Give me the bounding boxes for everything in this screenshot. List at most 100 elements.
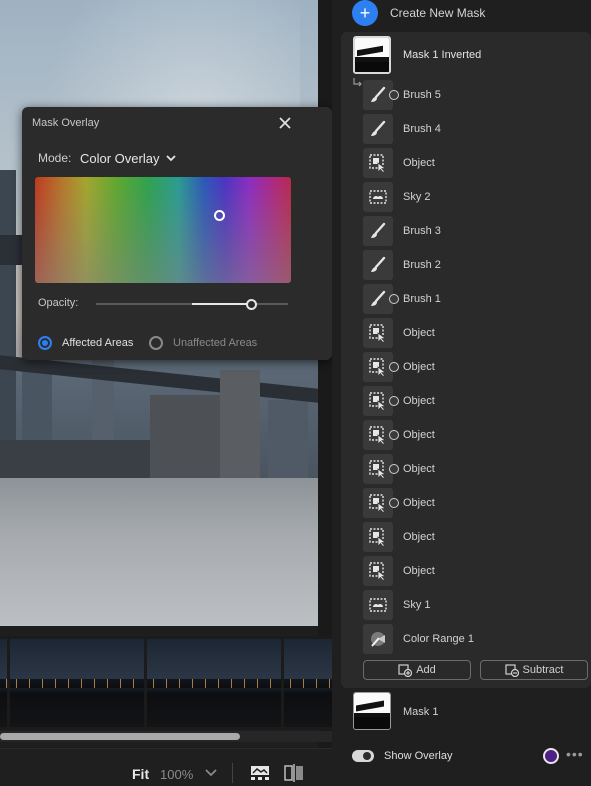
- mode-label: Mode:: [38, 151, 72, 165]
- mask-component-label: Object: [403, 395, 435, 407]
- mask-component-row[interactable]: Object: [341, 146, 591, 180]
- filmstrip-thumb[interactable]: [147, 639, 281, 727]
- mask-component-row[interactable]: Object: [341, 520, 591, 554]
- bridge-pier: [220, 370, 260, 495]
- mask-component-label: Sky 1: [403, 599, 431, 611]
- mask-component-row[interactable]: Brush 2: [341, 248, 591, 282]
- radio-label: Affected Areas: [62, 337, 134, 349]
- compare-view-icon[interactable]: [284, 764, 304, 782]
- mask-component-label: Brush 1: [403, 293, 441, 305]
- mask-component-row[interactable]: Object: [341, 486, 591, 520]
- object-select-icon: [363, 318, 393, 348]
- opacity-slider-thumb[interactable]: [246, 299, 257, 310]
- subtract-badge-icon: [389, 294, 399, 304]
- mask-component-row[interactable]: Brush 3: [341, 214, 591, 248]
- radio-unaffected-areas[interactable]: Unaffected Areas: [149, 336, 257, 350]
- more-options-icon[interactable]: •••: [566, 746, 584, 762]
- mask-component-row[interactable]: Object: [341, 554, 591, 588]
- opacity-slider[interactable]: [96, 299, 288, 310]
- mask-component-row[interactable]: Object: [341, 452, 591, 486]
- filmstrip[interactable]: [0, 636, 332, 730]
- mask-component-label: Object: [403, 157, 435, 169]
- loupe-view-icon[interactable]: [250, 765, 270, 781]
- panel-title: Mask Overlay: [32, 117, 100, 129]
- add-label: Add: [416, 664, 436, 676]
- radio-selected-icon: [38, 336, 52, 350]
- mask-component-label: Object: [403, 531, 435, 543]
- mask-component-label: Object: [403, 327, 435, 339]
- object-select-icon: [363, 352, 399, 382]
- mask-thumbnail: [353, 36, 391, 74]
- chevron-down-icon[interactable]: [204, 767, 218, 779]
- subtract-label: Subtract: [522, 664, 564, 676]
- sky-icon: [363, 182, 393, 212]
- zoom-level[interactable]: 100%: [160, 767, 193, 782]
- color-picker-handle[interactable]: [214, 210, 225, 221]
- mask-component-row[interactable]: Brush 4: [341, 112, 591, 146]
- mask-component-row[interactable]: Sky 1: [341, 588, 591, 622]
- mask-component-row[interactable]: Brush 5: [341, 78, 591, 112]
- brush-icon: [363, 284, 399, 314]
- create-new-mask-button[interactable]: + Create New Mask: [352, 0, 485, 26]
- subtract-badge-icon: [389, 396, 399, 406]
- object-select-icon: [363, 454, 399, 484]
- show-overlay-toggle[interactable]: [352, 750, 374, 762]
- mask-component-label: Object: [403, 429, 435, 441]
- mode-value: Color Overlay: [80, 150, 160, 166]
- object-select-icon: [363, 488, 399, 518]
- mode-dropdown[interactable]: Color Overlay: [80, 149, 177, 167]
- add-button[interactable]: Add: [363, 660, 471, 680]
- mask-component-label: Brush 5: [403, 89, 441, 101]
- plus-icon: +: [352, 0, 378, 26]
- object-select-icon: [363, 522, 393, 552]
- toolbar-divider: [232, 763, 233, 783]
- fit-button[interactable]: Fit: [132, 766, 149, 782]
- mask-overlay-panel: Mask Overlay Mode: Color Overlay Opacity…: [22, 107, 332, 360]
- mask-component-row[interactable]: Color Range 1: [341, 622, 591, 656]
- skyscraper-left: [0, 170, 16, 470]
- object-select-icon: [363, 386, 399, 416]
- water: [0, 478, 318, 626]
- overlay-color-swatch[interactable]: [543, 748, 559, 764]
- filmstrip-thumb[interactable]: [284, 639, 332, 727]
- mask-component-label: Object: [403, 463, 435, 475]
- filmstrip-thumb[interactable]: [10, 639, 144, 727]
- mask-component-label: Object: [403, 565, 435, 577]
- opacity-slider-fill: [192, 303, 251, 305]
- add-mask-icon: [398, 663, 413, 677]
- overlay-color-field[interactable]: [35, 177, 291, 283]
- chevron-down-icon: [166, 155, 177, 162]
- mask-component-row[interactable]: Object: [341, 418, 591, 452]
- close-icon[interactable]: [278, 116, 292, 130]
- mask-name: Mask 1 Inverted: [403, 49, 482, 61]
- radio-label: Unaffected Areas: [173, 337, 258, 349]
- filmstrip-thumb[interactable]: [0, 639, 7, 727]
- radio-affected-areas[interactable]: Affected Areas: [38, 336, 133, 350]
- subtract-badge-icon: [389, 498, 399, 508]
- mask-component-row[interactable]: Sky 2: [341, 180, 591, 214]
- opacity-label: Opacity:: [38, 297, 79, 309]
- filmstrip-scrollbar[interactable]: [0, 733, 240, 740]
- mask-component-row[interactable]: Object: [341, 384, 591, 418]
- waterfront: [0, 440, 150, 480]
- show-overlay-label: Show Overlay: [384, 750, 453, 762]
- radio-unselected-icon: [149, 336, 163, 350]
- mask-component-row[interactable]: Object: [341, 350, 591, 384]
- subtract-badge-icon: [389, 464, 399, 474]
- object-select-icon: [363, 556, 393, 586]
- mask-component-label: Sky 2: [403, 191, 431, 203]
- mask-thumbnail: [353, 692, 391, 730]
- mask-group-mask-1-inverted: Mask 1 Inverted Brush 5 Brush 4 Object Sky …: [341, 32, 591, 688]
- mask-row-mask-1[interactable]: Mask 1: [341, 691, 591, 733]
- object-select-icon: [363, 148, 393, 178]
- mask-component-row[interactable]: Object: [341, 316, 591, 350]
- mask-component-row[interactable]: Brush 1: [341, 282, 591, 316]
- brush-icon: [363, 250, 393, 280]
- brush-icon: [363, 80, 399, 110]
- brush-icon: [363, 114, 393, 144]
- subtract-button[interactable]: Subtract: [480, 660, 588, 680]
- subtract-badge-icon: [389, 362, 399, 372]
- mask-component-label: Brush 2: [403, 259, 441, 271]
- color-range-icon: [363, 624, 393, 654]
- mask-row-mask-1-inverted[interactable]: Mask 1 Inverted: [341, 32, 591, 78]
